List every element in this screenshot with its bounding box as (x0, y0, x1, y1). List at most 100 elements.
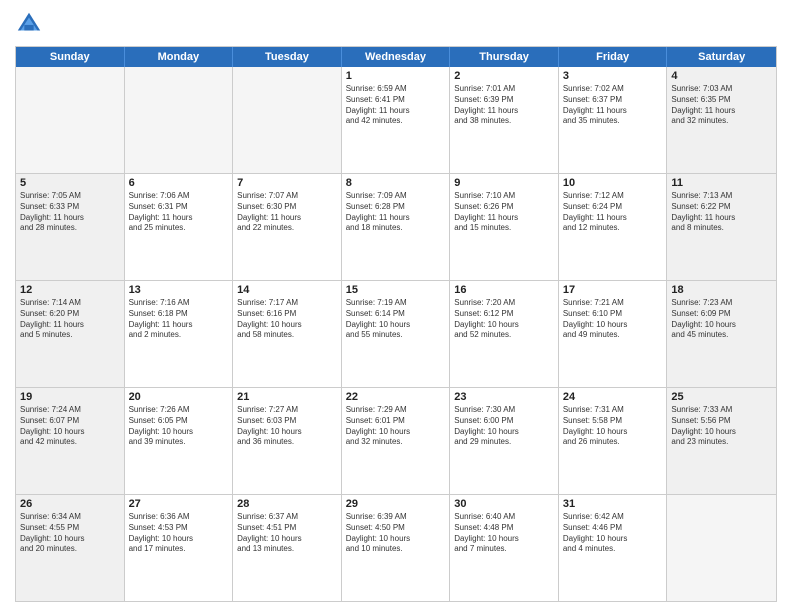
day-info: Sunrise: 7:05 AM Sunset: 6:33 PM Dayligh… (20, 191, 120, 234)
day-info: Sunrise: 6:37 AM Sunset: 4:51 PM Dayligh… (237, 512, 337, 555)
day-info: Sunrise: 7:13 AM Sunset: 6:22 PM Dayligh… (671, 191, 772, 234)
day-number: 31 (563, 498, 663, 510)
cal-cell: 25 Sunrise: 7:33 AM Sunset: 5:56 PM Dayli… (667, 388, 776, 494)
day-info: Sunrise: 6:36 AM Sunset: 4:53 PM Dayligh… (129, 512, 229, 555)
day-number: 6 (129, 177, 229, 189)
day-info: Sunrise: 7:10 AM Sunset: 6:26 PM Dayligh… (454, 191, 554, 234)
day-info: Sunrise: 7:29 AM Sunset: 6:01 PM Dayligh… (346, 405, 446, 448)
day-number: 15 (346, 284, 446, 296)
day-info: Sunrise: 7:03 AM Sunset: 6:35 PM Dayligh… (671, 84, 772, 127)
cal-cell: 4 Sunrise: 7:03 AM Sunset: 6:35 PM Daylig… (667, 67, 776, 173)
header (15, 10, 777, 38)
day-info: Sunrise: 6:59 AM Sunset: 6:41 PM Dayligh… (346, 84, 446, 127)
cal-cell (125, 67, 234, 173)
day-number: 24 (563, 391, 663, 403)
cal-week-3: 19 Sunrise: 7:24 AM Sunset: 6:07 PM Dayli… (16, 387, 776, 494)
day-number: 5 (20, 177, 120, 189)
day-info: Sunrise: 6:40 AM Sunset: 4:48 PM Dayligh… (454, 512, 554, 555)
cal-header-tuesday: Tuesday (233, 47, 342, 67)
day-number: 19 (20, 391, 120, 403)
cal-cell: 6 Sunrise: 7:06 AM Sunset: 6:31 PM Daylig… (125, 174, 234, 280)
day-info: Sunrise: 7:19 AM Sunset: 6:14 PM Dayligh… (346, 298, 446, 341)
cal-cell (667, 495, 776, 601)
day-number: 1 (346, 70, 446, 82)
logo-icon (15, 10, 43, 38)
cal-cell: 10 Sunrise: 7:12 AM Sunset: 6:24 PM Dayli… (559, 174, 668, 280)
day-number: 2 (454, 70, 554, 82)
cal-cell (16, 67, 125, 173)
day-info: Sunrise: 7:27 AM Sunset: 6:03 PM Dayligh… (237, 405, 337, 448)
cal-cell: 14 Sunrise: 7:17 AM Sunset: 6:16 PM Dayli… (233, 281, 342, 387)
day-info: Sunrise: 7:09 AM Sunset: 6:28 PM Dayligh… (346, 191, 446, 234)
day-info: Sunrise: 6:42 AM Sunset: 4:46 PM Dayligh… (563, 512, 663, 555)
cal-cell: 19 Sunrise: 7:24 AM Sunset: 6:07 PM Dayli… (16, 388, 125, 494)
cal-cell: 18Sunrise: 7:23 AM Sunset: 6:09 PM Dayli… (667, 281, 776, 387)
cal-cell: 15 Sunrise: 7:19 AM Sunset: 6:14 PM Dayli… (342, 281, 451, 387)
day-info: Sunrise: 7:26 AM Sunset: 6:05 PM Dayligh… (129, 405, 229, 448)
day-info: Sunrise: 6:39 AM Sunset: 4:50 PM Dayligh… (346, 512, 446, 555)
day-info: Sunrise: 7:24 AM Sunset: 6:07 PM Dayligh… (20, 405, 120, 448)
cal-cell: 26Sunrise: 6:34 AM Sunset: 4:55 PM Dayli… (16, 495, 125, 601)
cal-cell: 2Sunrise: 7:01 AM Sunset: 6:39 PM Daylig… (450, 67, 559, 173)
day-number: 10 (563, 177, 663, 189)
cal-cell: 17Sunrise: 7:21 AM Sunset: 6:10 PM Dayli… (559, 281, 668, 387)
day-info: Sunrise: 6:34 AM Sunset: 4:55 PM Dayligh… (20, 512, 120, 555)
day-info: Sunrise: 7:33 AM Sunset: 5:56 PM Dayligh… (671, 405, 772, 448)
cal-header-monday: Monday (125, 47, 234, 67)
cal-week-0: 1 Sunrise: 6:59 AM Sunset: 6:41 PM Daylig… (16, 67, 776, 173)
day-info: Sunrise: 7:31 AM Sunset: 5:58 PM Dayligh… (563, 405, 663, 448)
day-number: 9 (454, 177, 554, 189)
day-number: 23 (454, 391, 554, 403)
calendar: SundayMondayTuesdayWednesdayThursdayFrid… (15, 46, 777, 602)
cal-cell: 12 Sunrise: 7:14 AM Sunset: 6:20 PM Dayli… (16, 281, 125, 387)
cal-cell: 29Sunrise: 6:39 AM Sunset: 4:50 PM Dayli… (342, 495, 451, 601)
cal-header-saturday: Saturday (667, 47, 776, 67)
cal-cell: 31 Sunrise: 6:42 AM Sunset: 4:46 PM Dayli… (559, 495, 668, 601)
cal-cell: 20 Sunrise: 7:26 AM Sunset: 6:05 PM Dayli… (125, 388, 234, 494)
page: SundayMondayTuesdayWednesdayThursdayFrid… (0, 0, 792, 612)
day-number: 14 (237, 284, 337, 296)
day-number: 11 (671, 177, 772, 189)
day-number: 16 (454, 284, 554, 296)
cal-header-thursday: Thursday (450, 47, 559, 67)
cal-week-4: 26Sunrise: 6:34 AM Sunset: 4:55 PM Dayli… (16, 494, 776, 601)
cal-cell: 24 Sunrise: 7:31 AM Sunset: 5:58 PM Dayli… (559, 388, 668, 494)
day-number: 3 (563, 70, 663, 82)
cal-cell: 28 Sunrise: 6:37 AM Sunset: 4:51 PM Dayli… (233, 495, 342, 601)
cal-cell: 5 Sunrise: 7:05 AM Sunset: 6:33 PM Daylig… (16, 174, 125, 280)
day-number: 20 (129, 391, 229, 403)
day-info: Sunrise: 7:07 AM Sunset: 6:30 PM Dayligh… (237, 191, 337, 234)
cal-cell: 11 Sunrise: 7:13 AM Sunset: 6:22 PM Dayli… (667, 174, 776, 280)
day-info: Sunrise: 7:20 AM Sunset: 6:12 PM Dayligh… (454, 298, 554, 341)
day-info: Sunrise: 7:06 AM Sunset: 6:31 PM Dayligh… (129, 191, 229, 234)
day-info: Sunrise: 7:21 AM Sunset: 6:10 PM Dayligh… (563, 298, 663, 341)
day-info: Sunrise: 7:14 AM Sunset: 6:20 PM Dayligh… (20, 298, 120, 341)
day-number: 21 (237, 391, 337, 403)
cal-cell: 16 Sunrise: 7:20 AM Sunset: 6:12 PM Dayli… (450, 281, 559, 387)
cal-header-wednesday: Wednesday (342, 47, 451, 67)
day-number: 25 (671, 391, 772, 403)
day-number: 12 (20, 284, 120, 296)
day-number: 4 (671, 70, 772, 82)
day-info: Sunrise: 7:02 AM Sunset: 6:37 PM Dayligh… (563, 84, 663, 127)
cal-week-1: 5 Sunrise: 7:05 AM Sunset: 6:33 PM Daylig… (16, 173, 776, 280)
cal-header-friday: Friday (559, 47, 668, 67)
day-info: Sunrise: 7:23 AM Sunset: 6:09 PM Dayligh… (671, 298, 772, 341)
cal-cell: 9 Sunrise: 7:10 AM Sunset: 6:26 PM Daylig… (450, 174, 559, 280)
day-info: Sunrise: 7:16 AM Sunset: 6:18 PM Dayligh… (129, 298, 229, 341)
day-number: 28 (237, 498, 337, 510)
cal-cell: 1 Sunrise: 6:59 AM Sunset: 6:41 PM Daylig… (342, 67, 451, 173)
cal-header-sunday: Sunday (16, 47, 125, 67)
day-number: 22 (346, 391, 446, 403)
cal-cell: 21 Sunrise: 7:27 AM Sunset: 6:03 PM Dayli… (233, 388, 342, 494)
day-number: 13 (129, 284, 229, 296)
day-info: Sunrise: 7:12 AM Sunset: 6:24 PM Dayligh… (563, 191, 663, 234)
day-number: 27 (129, 498, 229, 510)
cal-cell: 13 Sunrise: 7:16 AM Sunset: 6:18 PM Dayli… (125, 281, 234, 387)
day-info: Sunrise: 7:17 AM Sunset: 6:16 PM Dayligh… (237, 298, 337, 341)
cal-cell: 23 Sunrise: 7:30 AM Sunset: 6:00 PM Dayli… (450, 388, 559, 494)
cal-cell: 7Sunrise: 7:07 AM Sunset: 6:30 PM Daylig… (233, 174, 342, 280)
cal-week-2: 12 Sunrise: 7:14 AM Sunset: 6:20 PM Dayli… (16, 280, 776, 387)
day-info: Sunrise: 7:30 AM Sunset: 6:00 PM Dayligh… (454, 405, 554, 448)
day-number: 8 (346, 177, 446, 189)
